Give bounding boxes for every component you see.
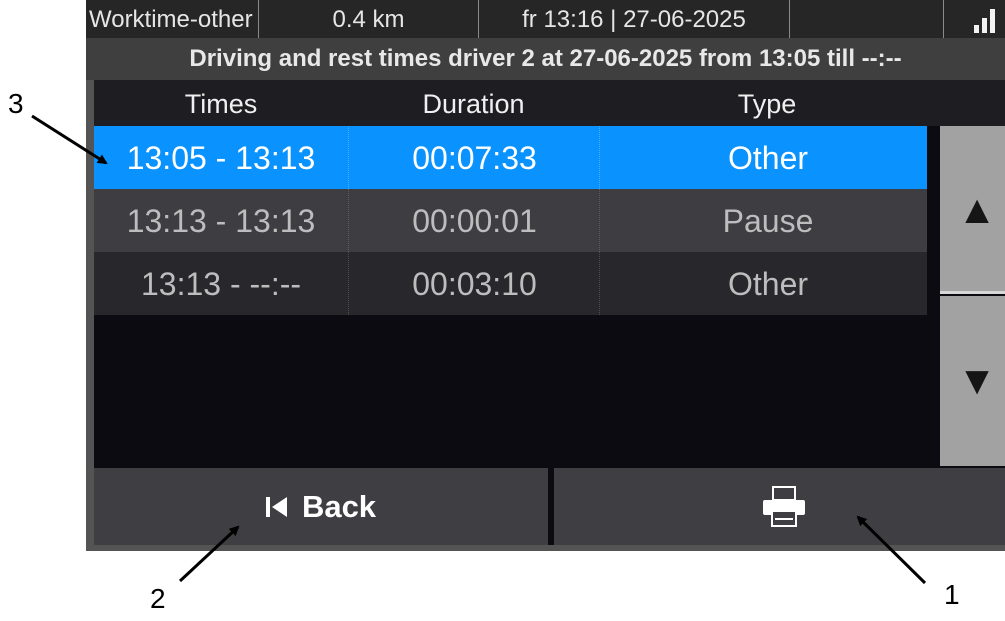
- callout-number-2: 2: [150, 583, 166, 614]
- callout-arrows: [31, 114, 927, 585]
- callout-arrow-2: [178, 525, 240, 583]
- callout-arrow-1: [856, 515, 927, 585]
- callout-number-3: 3: [8, 88, 24, 119]
- callout-number-1: 1: [944, 579, 960, 610]
- callout-arrow-3: [31, 114, 108, 165]
